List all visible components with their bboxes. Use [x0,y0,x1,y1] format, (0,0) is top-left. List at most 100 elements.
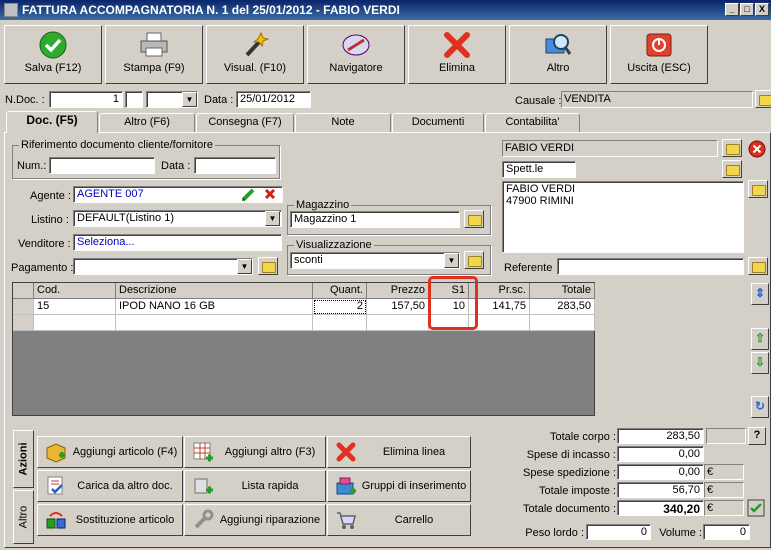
aggiungi-riparazione-button[interactable]: Aggiungi riparazione [184,504,326,536]
indirizzo-box[interactable]: FABIO VERDI 47900 RIMINI [502,181,744,253]
salva-button[interactable]: Salva (F12) [4,25,102,84]
stampa-button[interactable]: Stampa (F9) [105,25,203,84]
chevron-down-icon[interactable]: ▼ [265,211,280,226]
tab-note[interactable]: Note [295,113,391,132]
num-input[interactable] [49,157,155,174]
pagamento-select[interactable] [73,258,253,275]
pencil-icon[interactable] [241,187,257,202]
move-up-icon[interactable]: ⇧ [751,328,769,350]
causale-field[interactable]: VENDITA [561,91,753,108]
chevron-down-icon[interactable]: ▼ [182,92,197,107]
col-totale[interactable]: Totale [530,283,595,299]
new-row-indicator[interactable] [13,315,34,331]
remove-cliente-icon[interactable] [748,140,766,158]
cell-prezzo[interactable]: 157,50 [367,299,429,315]
col-quant[interactable]: Quant. [313,283,367,299]
vtab-azioni[interactable]: Azioni [13,430,34,488]
col-prezzo[interactable]: Prezzo [367,283,429,299]
col-cod[interactable]: Cod. [34,283,116,299]
move-down-icon[interactable]: ⇩ [751,352,769,374]
spese-incasso-value[interactable]: 0,00 [617,446,704,462]
tab-altro[interactable]: Altro (F6) [99,113,195,132]
magnifier-icon [542,30,574,60]
altro-button[interactable]: Altro [509,25,607,84]
tab-documenti[interactable]: Documenti [392,113,484,132]
col-prsc[interactable]: Pr.sc. [469,283,530,299]
visual-label: Visual. (F10) [223,62,287,74]
pagamento-folder-icon[interactable] [258,257,278,275]
cell-descrizione[interactable]: IPOD NANO 16 GB [116,299,313,315]
listino-select[interactable]: DEFAULT(Listino 1) [73,210,282,227]
cell-prsc[interactable]: 141,75 [469,299,530,315]
delete-x-icon [334,441,358,463]
salva-label: Salva (F12) [24,62,82,74]
carrello-button[interactable]: Carrello [327,504,471,536]
calculator-icon[interactable] [747,499,765,517]
compass-icon [340,30,372,60]
row-indicator[interactable] [13,299,34,315]
new-row-cell[interactable] [34,315,116,331]
riferimento-title: Riferimento documento cliente/fornitore [19,139,215,151]
new-row-cell[interactable] [530,315,595,331]
vtab-altro[interactable]: Altro [13,490,34,544]
new-row-cell[interactable] [313,315,367,331]
magazzino-field[interactable]: Magazzino 1 [290,211,460,228]
indirizzo-folder-icon[interactable] [748,180,768,198]
chevron-down-icon[interactable]: ▼ [237,259,252,274]
magazzino-folder-icon[interactable] [464,210,484,228]
cell-quant[interactable]: 2 [313,299,367,315]
new-row-cell[interactable] [116,315,313,331]
venditore-label: Venditore : [18,238,71,250]
aggiungi-articolo-label: Aggiungi articolo (F4) [72,446,178,458]
carica-doc-button[interactable]: Carica da altro doc. [37,470,183,502]
maximize-button[interactable]: □ [740,3,754,16]
data-input[interactable]: 25/01/2012 [236,91,311,108]
visualizzazione-folder-icon[interactable] [464,251,484,269]
totale-corpo-label: Totale corpo : [549,431,616,443]
magazzino-title: Magazzino [294,199,352,211]
sort-arrows-icon[interactable]: ⇕ [751,283,769,305]
cliente-folder-icon[interactable] [722,139,742,157]
aggiungi-altro-button[interactable]: Aggiungi altro (F3) [184,436,326,468]
elimina-linea-button[interactable]: Elimina linea [327,436,471,468]
clear-agente-icon[interactable] [263,187,277,201]
rif-data-input[interactable] [194,157,276,174]
tab-contabilita[interactable]: Contabilita' [485,113,580,132]
referente-input[interactable] [557,258,744,275]
navigatore-button[interactable]: Navigatore [307,25,405,84]
causale-folder-icon[interactable] [755,90,771,108]
venditore-field[interactable]: Seleziona... [73,234,282,251]
refresh-icon[interactable]: ↻ [751,396,769,418]
help-button[interactable]: ? [748,427,766,445]
totale-corpo-extra [706,428,746,444]
tab-consegna[interactable]: Consegna (F7) [196,113,294,132]
titolo-field[interactable]: Spett.le [502,161,576,178]
minimize-button[interactable]: _ [725,3,739,16]
new-row-cell[interactable] [469,315,530,331]
vtab-altro-label: Altro [17,505,30,529]
col-descrizione[interactable]: Descrizione [116,283,313,299]
referente-folder-icon[interactable] [748,257,768,275]
peso-lordo-value[interactable]: 0 [586,524,651,540]
uscita-button[interactable]: Uscita (ESC) [610,25,708,84]
main-toolbar: Salva (F12) Stampa (F9) Visual. (F10) Na… [2,22,771,88]
elimina-button[interactable]: Elimina [408,25,506,84]
spese-spedizione-value[interactable]: 0,00 [617,464,704,480]
cell-totale[interactable]: 283,50 [530,299,595,315]
gruppi-inserimento-button[interactable]: Gruppi di inserimento [327,470,471,502]
cell-cod[interactable]: 15 [34,299,116,315]
sostituzione-articolo-button[interactable]: Sostituzione articolo [37,504,183,536]
close-window-button[interactable]: X [755,3,769,16]
new-row-cell[interactable] [367,315,429,331]
ndoc-input[interactable]: 1 [49,91,123,108]
visualizzazione-select[interactable]: sconti [290,252,460,269]
volume-value[interactable]: 0 [703,524,750,540]
aggiungi-articolo-button[interactable]: Aggiungi articolo (F4) [37,436,183,468]
lista-rapida-button[interactable]: Lista rapida [184,470,326,502]
ndoc-suffix[interactable] [125,91,143,108]
printer-small-icon[interactable] [722,160,742,178]
chevron-down-icon[interactable]: ▼ [444,253,459,268]
visual-button[interactable]: Visual. (F10) [206,25,304,84]
tab-doc[interactable]: Doc. (F5) [6,111,98,133]
aggiungi-altro-label: Aggiungi altro (F3) [224,446,316,458]
